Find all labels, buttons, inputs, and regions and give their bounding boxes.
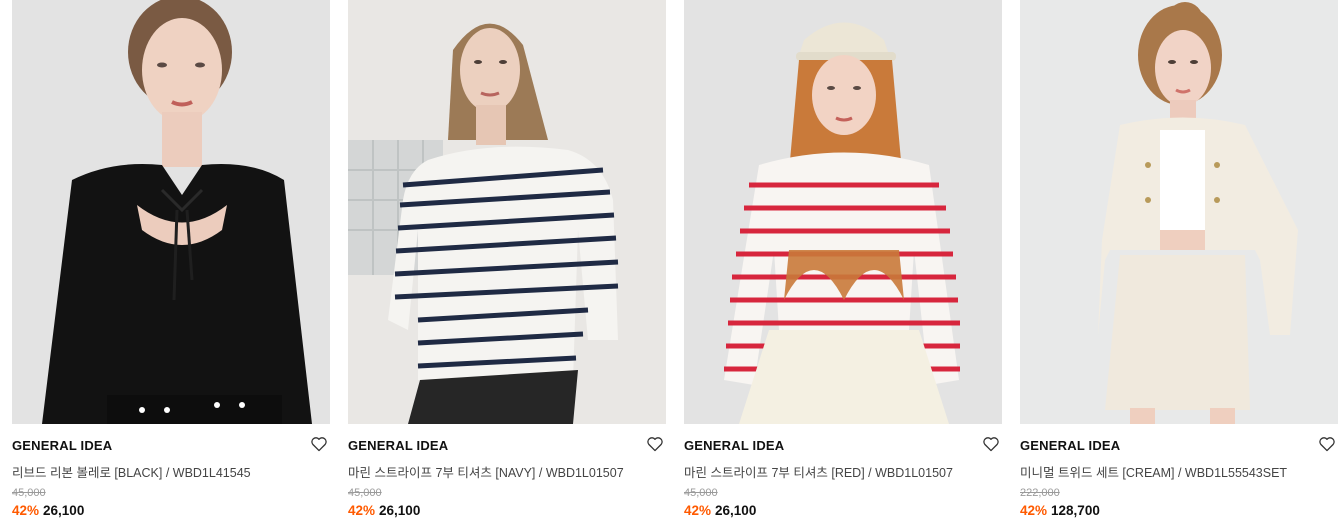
price-line: 42% 26,100 bbox=[684, 503, 756, 518]
original-price: 45,000 bbox=[684, 487, 718, 499]
product-card[interactable]: GENERAL IDEA 마린 스트라이프 7부 티셔츠 [NAVY] / WB… bbox=[348, 0, 666, 529]
product-card[interactable]: GENERAL IDEA 리브드 리본 볼레로 [BLACK] / WBD1L4… bbox=[12, 0, 330, 529]
product-image[interactable] bbox=[348, 0, 666, 424]
brand-name[interactable]: GENERAL IDEA bbox=[1020, 438, 1120, 453]
product-card[interactable]: GENERAL IDEA 마린 스트라이프 7부 티셔츠 [RED] / WBD… bbox=[684, 0, 1002, 529]
sale-price: 26,100 bbox=[715, 503, 757, 518]
product-image[interactable] bbox=[684, 0, 1002, 424]
product-image[interactable] bbox=[12, 0, 330, 424]
discount-rate: 42% bbox=[1020, 503, 1048, 518]
product-title[interactable]: 미니멀 트위드 세트 [CREAM] / WBD1L55543SET bbox=[1020, 462, 1287, 481]
brand-name[interactable]: GENERAL IDEA bbox=[12, 438, 112, 453]
discount-rate: 42% bbox=[684, 503, 712, 518]
sale-price: 128,700 bbox=[1051, 503, 1100, 518]
product-title[interactable]: 리브드 리본 볼레로 [BLACK] / WBD1L41545 bbox=[12, 462, 251, 481]
heart-outline-icon[interactable] bbox=[982, 436, 1000, 452]
heart-outline-icon[interactable] bbox=[1318, 436, 1336, 452]
original-price: 222,000 bbox=[1020, 487, 1060, 499]
heart-outline-icon[interactable] bbox=[310, 436, 328, 452]
product-title[interactable]: 마린 스트라이프 7부 티셔츠 [RED] / WBD1L01507 bbox=[684, 462, 953, 481]
discount-rate: 42% bbox=[12, 503, 40, 518]
discount-rate: 42% bbox=[348, 503, 376, 518]
sale-price: 26,100 bbox=[379, 503, 421, 518]
product-grid: GENERAL IDEA 리브드 리본 볼레로 [BLACK] / WBD1L4… bbox=[0, 0, 1342, 529]
product-title[interactable]: 마린 스트라이프 7부 티셔츠 [NAVY] / WBD1L01507 bbox=[348, 462, 624, 481]
product-card[interactable]: GENERAL IDEA 미니멀 트위드 세트 [CREAM] / WBD1L5… bbox=[1020, 0, 1338, 529]
original-price: 45,000 bbox=[12, 487, 46, 499]
heart-outline-icon[interactable] bbox=[646, 436, 664, 452]
sale-price: 26,100 bbox=[43, 503, 85, 518]
brand-name[interactable]: GENERAL IDEA bbox=[684, 438, 784, 453]
price-line: 42% 26,100 bbox=[348, 503, 420, 518]
brand-name[interactable]: GENERAL IDEA bbox=[348, 438, 448, 453]
price-line: 42% 26,100 bbox=[12, 503, 84, 518]
original-price: 45,000 bbox=[348, 487, 382, 499]
product-image[interactable] bbox=[1020, 0, 1338, 424]
price-line: 42% 128,700 bbox=[1020, 503, 1100, 518]
